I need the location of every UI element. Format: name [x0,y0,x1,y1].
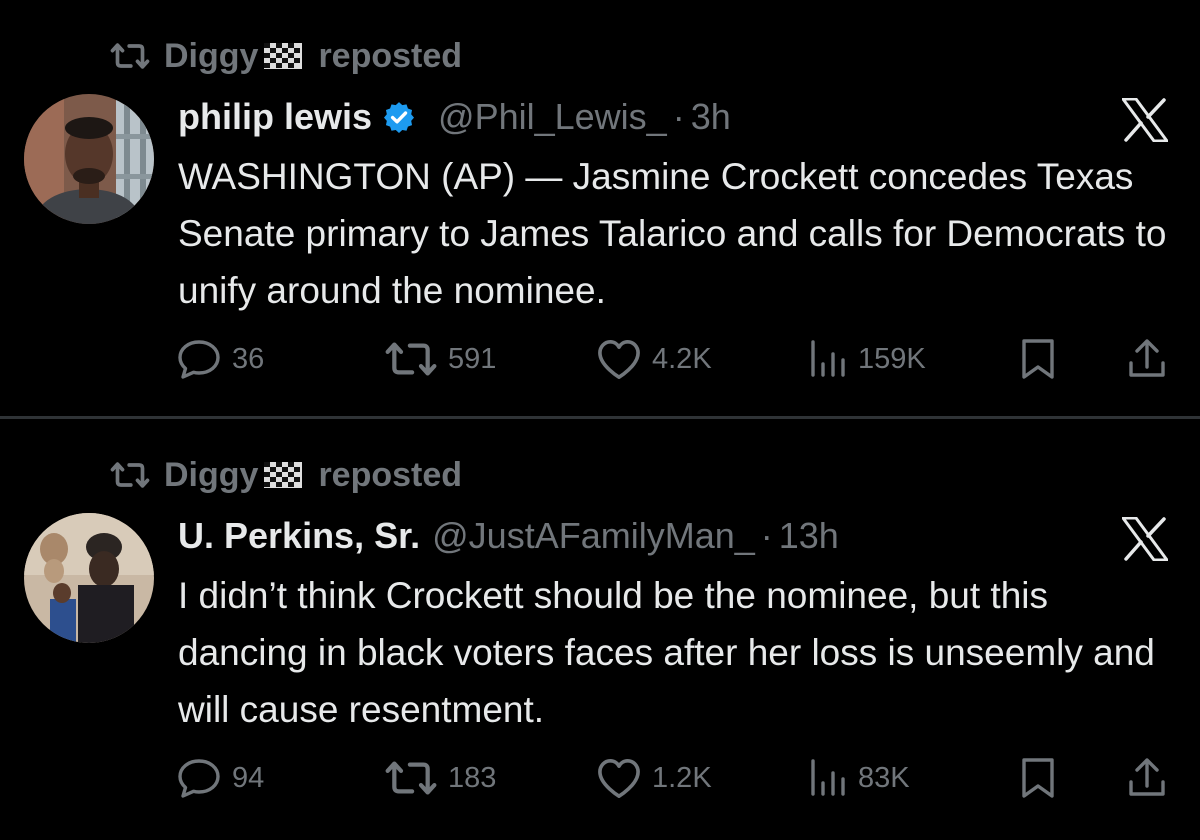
author-handle[interactable]: @Phil_Lewis_ [438,96,667,138]
like-count: 1.2K [652,761,712,794]
reposter-name[interactable]: Diggy [164,456,258,495]
like-button[interactable]: 4.2K [596,334,712,384]
views-icon [811,759,845,796]
repost-button[interactable]: 591 [384,334,496,384]
avatar[interactable] [24,94,154,224]
views-button[interactable]: 83K [808,753,910,803]
avatar[interactable] [24,513,154,643]
heart-icon [598,759,640,798]
repost-icon [110,43,150,69]
heart-icon [598,340,640,379]
tweet-card[interactable]: Diggy reposted [0,419,1200,840]
repost-icon [385,342,437,376]
reply-count: 94 [232,761,265,794]
x-logo-icon [1122,517,1168,561]
tweet-actions: 94 183 1.2K 83K [176,753,1172,803]
tweet-text: I didn’t think Crockett should be the no… [178,575,1155,730]
tweet-header: U. Perkins, Sr. @JustAFamilyMan_ · 13h [178,513,839,559]
author-name[interactable]: U. Perkins, Sr. [178,515,420,557]
bookmark-button[interactable] [1018,753,1068,803]
repost-context[interactable]: Diggy reposted [110,34,462,78]
repost-count: 591 [448,342,497,375]
tweet-text: WASHINGTON (AP) — Jasmine Crockett conce… [178,156,1167,311]
x-logo-icon [1122,98,1168,142]
bookmark-icon [1022,758,1054,798]
views-count: 159K [858,342,926,375]
views-icon [811,340,845,377]
reply-count: 36 [232,342,265,375]
verified-badge-icon [384,102,415,134]
reply-button[interactable]: 94 [176,753,264,803]
share-icon [1129,339,1165,377]
reply-icon [178,759,220,798]
repost-icon [385,761,437,795]
like-button[interactable]: 1.2K [596,753,712,803]
bookmark-icon [1022,339,1054,379]
like-count: 4.2K [652,342,712,375]
timestamp[interactable]: 3h [691,96,731,138]
checkered-flag-icon [264,462,303,488]
reposter-name[interactable]: Diggy [164,37,258,76]
separator-dot: · [760,515,773,556]
repost-button[interactable]: 183 [384,753,496,803]
repost-icon [110,462,150,488]
tweet-card[interactable]: Diggy reposted [0,0,1200,416]
separator-dot: · [672,96,685,137]
bookmark-button[interactable] [1018,334,1068,384]
share-button[interactable] [1126,334,1178,384]
share-button[interactable] [1126,753,1178,803]
author-name[interactable]: philip lewis [178,96,372,138]
author-handle[interactable]: @JustAFamilyMan_ [432,515,755,557]
views-count: 83K [858,761,910,794]
timestamp[interactable]: 13h [779,515,839,557]
checkered-flag-icon [264,43,303,69]
share-icon [1129,758,1165,796]
reply-button[interactable]: 36 [176,334,264,384]
views-button[interactable]: 159K [808,334,926,384]
repost-label: reposted [318,455,463,494]
repost-context[interactable]: Diggy reposted [110,453,462,497]
repost-label: reposted [318,36,463,75]
tweet-actions: 36 591 4.2K 159K [176,334,1172,384]
tweet-header: philip lewis @Phil_Lewis_ · 3h [178,94,731,140]
timeline-feed: Diggy reposted philip lewis @Phil_Lewis_… [0,0,1200,840]
reply-icon [178,340,220,379]
repost-count: 183 [448,761,497,794]
